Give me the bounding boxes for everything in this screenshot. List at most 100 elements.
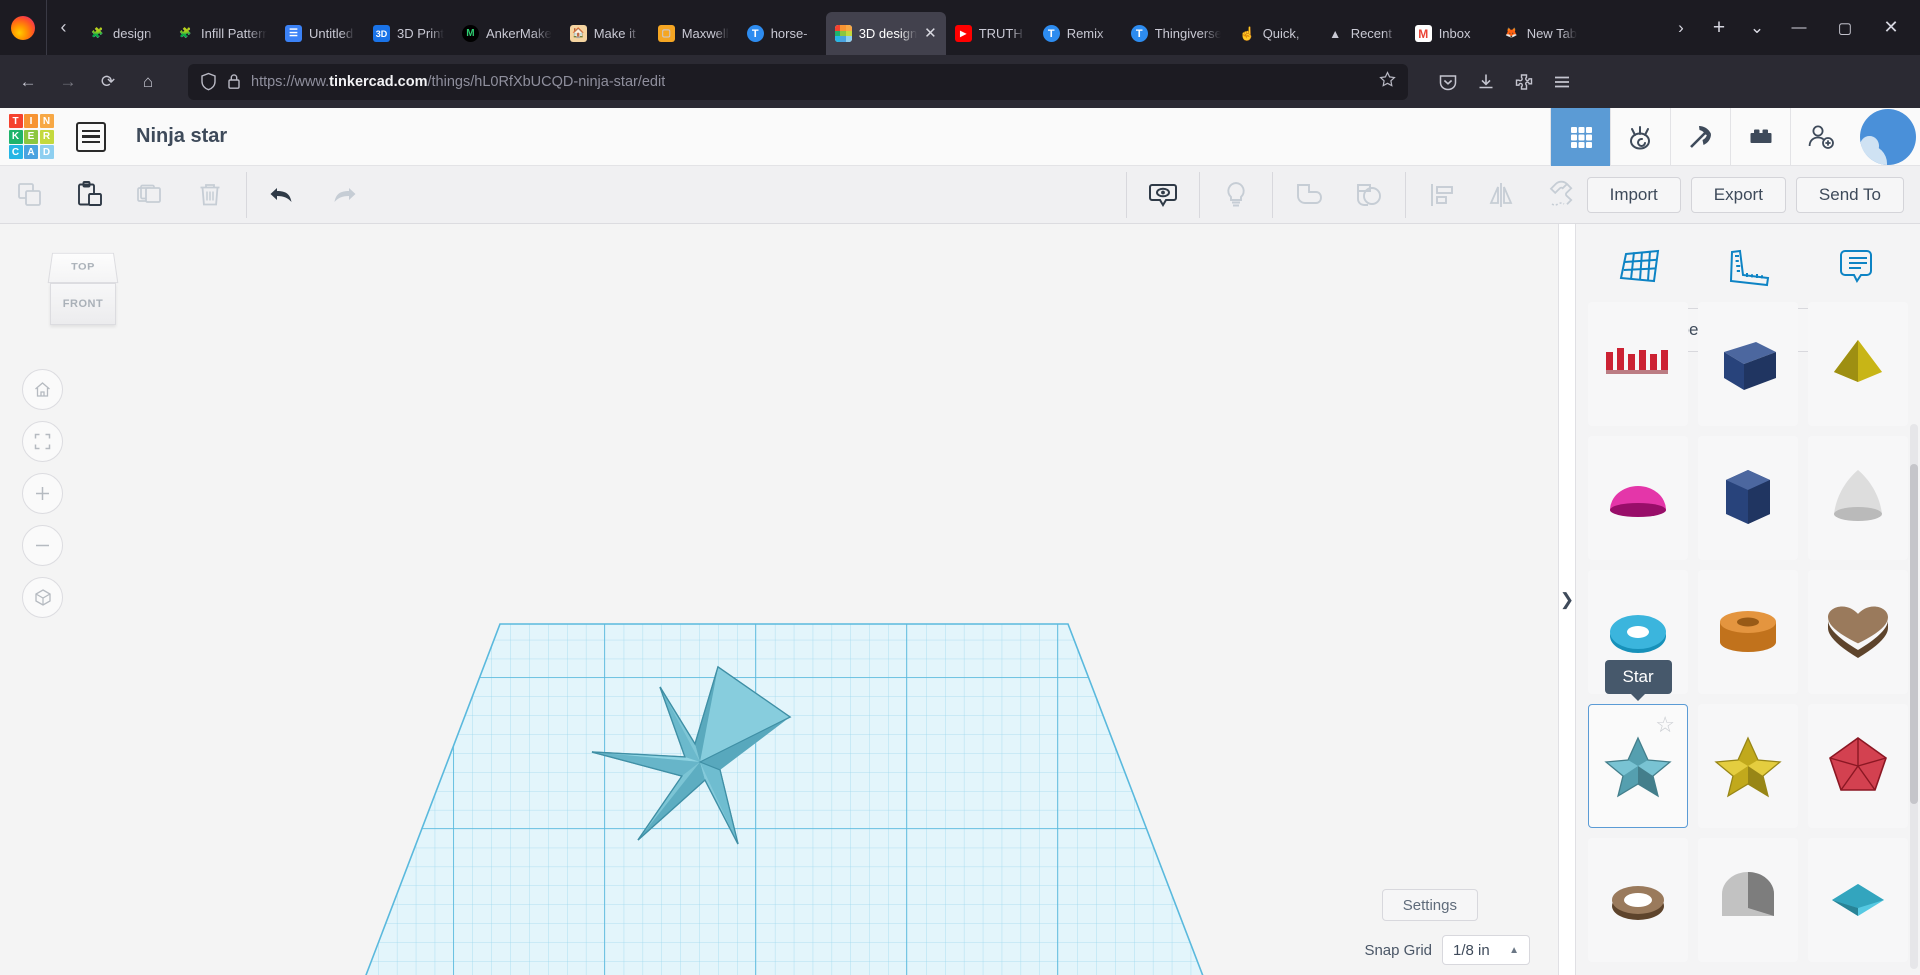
browser-tab[interactable]: ☰Untitled <box>276 12 364 55</box>
send-to-button[interactable]: Send To <box>1796 177 1904 213</box>
magnet-button[interactable] <box>1532 166 1592 224</box>
address-bar[interactable]: https://www.tinkercad.com/things/hL0RfXb… <box>188 64 1408 100</box>
home-view-button[interactable] <box>22 369 63 410</box>
diamond-shape[interactable] <box>1808 838 1908 962</box>
hamburger-menu-icon[interactable] <box>1544 64 1580 100</box>
forward-button[interactable]: → <box>50 64 86 100</box>
browser-tab[interactable]: TRemix <box>1034 12 1122 55</box>
zoom-out-button[interactable] <box>22 525 63 566</box>
pocket-icon[interactable] <box>1430 64 1466 100</box>
heart-shape[interactable] <box>1808 570 1908 694</box>
window-maximize-button[interactable]: ▢ <box>1822 0 1868 55</box>
extensions-icon[interactable] <box>1506 64 1542 100</box>
view-cube[interactable]: TOP FRONT <box>38 250 128 332</box>
panel-scrollbar-thumb[interactable] <box>1910 464 1918 804</box>
delete-button[interactable] <box>180 166 240 224</box>
padlock-icon[interactable] <box>227 73 241 90</box>
star-solid-shape[interactable] <box>1698 704 1798 828</box>
view-cube-front-face[interactable]: FRONT <box>50 283 116 325</box>
back-button[interactable]: ← <box>10 64 46 100</box>
fit-to-view-button[interactable] <box>22 421 63 462</box>
browser-tab[interactable]: MInbox <box>1406 12 1494 55</box>
browser-tab[interactable]: 🧩Infill Patterns <box>168 12 276 55</box>
export-button[interactable]: Export <box>1691 177 1786 213</box>
browser-tab-label: Quick, <box>1263 26 1309 41</box>
tube-shape[interactable] <box>1698 570 1798 694</box>
view-cube-top-face[interactable]: TOP <box>48 253 119 283</box>
clipboard-tool-group <box>0 166 240 224</box>
new-tab-button[interactable]: + <box>1700 9 1738 47</box>
codeblocks-icon[interactable] <box>1610 108 1670 166</box>
polyhedron-shape[interactable] <box>1808 704 1908 828</box>
copy-button[interactable] <box>0 166 60 224</box>
undo-button[interactable] <box>253 166 313 224</box>
browser-tab[interactable]: 🏠Make it <box>561 12 649 55</box>
infill-favicon: 🧩 <box>89 25 106 42</box>
box-shape[interactable] <box>1698 302 1798 426</box>
tinkercad-logo[interactable]: TINKERCAD <box>0 108 62 166</box>
avatar[interactable] <box>1860 109 1916 165</box>
browser-tab[interactable]: MAnkerMake <box>453 12 561 55</box>
redo-button[interactable] <box>313 166 373 224</box>
logo-tile: N <box>40 114 54 128</box>
browser-tab[interactable]: 3D3D Print <box>364 12 453 55</box>
logo-tile: I <box>24 114 38 128</box>
ungroup-button[interactable] <box>1339 166 1399 224</box>
lego-brick-icon[interactable] <box>1730 108 1790 166</box>
settings-button[interactable]: Settings <box>1382 889 1478 921</box>
favorite-star-icon[interactable]: ☆ <box>1655 714 1675 736</box>
panel-collapse-handle[interactable]: ❯ <box>1558 224 1576 975</box>
browser-tab[interactable]: Thorse- <box>738 12 826 55</box>
browser-tab[interactable]: ▲Recent <box>1318 12 1406 55</box>
project-panel-toggle-button[interactable] <box>76 122 106 152</box>
pyramid-shape[interactable] <box>1808 302 1908 426</box>
window-close-button[interactable]: ✕ <box>1868 0 1914 55</box>
duplicate-button[interactable] <box>120 166 180 224</box>
window-minimize-button[interactable]: — <box>1776 0 1822 55</box>
star-shape[interactable]: ☆ <box>1588 704 1688 828</box>
browser-tab[interactable]: 3D design ✕ <box>826 12 946 55</box>
paraboloid-shape[interactable] <box>1808 436 1908 560</box>
tab-scroll-right-button[interactable]: › <box>1662 9 1700 47</box>
home-button[interactable]: ⌂ <box>130 64 166 100</box>
close-icon[interactable]: ✕ <box>924 26 937 41</box>
url-text[interactable]: https://www.tinkercad.com/things/hL0RfXb… <box>251 74 665 90</box>
text-shape[interactable] <box>1588 302 1688 426</box>
paste-button[interactable] <box>60 166 120 224</box>
list-all-tabs-button[interactable]: ⌄ <box>1738 9 1776 47</box>
half-sphere-shape[interactable] <box>1588 436 1688 560</box>
orthographic-toggle-button[interactable] <box>22 577 63 618</box>
3d-viewport[interactable]: Workplane TOP <box>0 224 1558 975</box>
shield-icon[interactable] <box>200 72 217 91</box>
ruler-mode-icon[interactable] <box>1715 242 1781 294</box>
note-button[interactable] <box>1206 166 1266 224</box>
align-button[interactable] <box>1412 166 1472 224</box>
downloads-icon[interactable] <box>1468 64 1504 100</box>
browser-tab[interactable]: ▢Maxwell <box>649 12 738 55</box>
snap-grid-select[interactable]: 1/8 in ▲ <box>1442 935 1530 965</box>
import-button[interactable]: Import <box>1587 177 1681 213</box>
zoom-in-button[interactable] <box>22 473 63 514</box>
browser-tab[interactable]: 🦊New Tab <box>1494 12 1586 55</box>
workplane-canvas[interactable]: Workplane <box>0 224 1558 975</box>
browser-tab-label: 3D design <box>859 26 917 41</box>
bookmark-star-icon[interactable] <box>1379 71 1396 92</box>
invite-person-icon[interactable] <box>1790 108 1850 166</box>
browser-tab[interactable]: ▶TRUTH <box>946 12 1034 55</box>
show-hide-button[interactable] <box>1133 166 1193 224</box>
notes-mode-icon[interactable] <box>1823 242 1889 294</box>
browser-tab[interactable]: TThingiverse <box>1122 12 1230 55</box>
browser-tab[interactable]: 🧩design <box>80 12 168 55</box>
round-roof-shape[interactable] <box>1698 838 1798 962</box>
minecraft-pickaxe-icon[interactable] <box>1670 108 1730 166</box>
group-button[interactable] <box>1279 166 1339 224</box>
ring-shape[interactable] <box>1588 838 1688 962</box>
tab-scroll-left-button[interactable]: ‹ <box>46 0 80 55</box>
grid-view-icon[interactable] <box>1550 108 1610 166</box>
workplane-mode-icon[interactable] <box>1607 242 1673 294</box>
browser-tab[interactable]: ☝Quick, <box>1230 12 1318 55</box>
mirror-button[interactable] <box>1472 166 1532 224</box>
polygon-shape[interactable] <box>1698 436 1798 560</box>
reload-button[interactable]: ⟳ <box>90 64 126 100</box>
app-header-actions <box>1550 108 1850 166</box>
